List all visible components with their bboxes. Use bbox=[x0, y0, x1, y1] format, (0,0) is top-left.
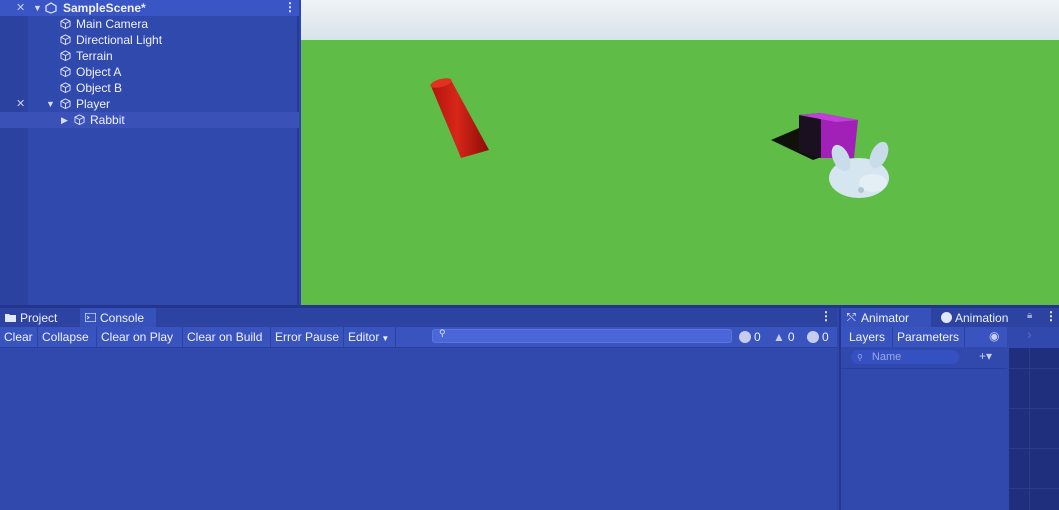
warning-icon: ▲ bbox=[773, 330, 785, 344]
clock-icon bbox=[941, 312, 952, 323]
hierarchy-item-label: Object B bbox=[76, 81, 123, 95]
hierarchy-item-terrain[interactable]: Terrain bbox=[0, 48, 299, 64]
collapsed-arrow-icon[interactable]: ▶ bbox=[61, 112, 68, 128]
tab-label: Console bbox=[100, 311, 145, 325]
hierarchy-item-label: Object A bbox=[76, 65, 122, 79]
unity-scene-icon bbox=[45, 2, 57, 14]
eye-icon[interactable]: ◉ bbox=[989, 329, 999, 343]
tab-project[interactable]: Project bbox=[0, 308, 76, 327]
clear-button[interactable]: Clear bbox=[0, 327, 38, 347]
expand-arrow-icon[interactable]: ▼ bbox=[33, 3, 42, 13]
tab-console[interactable]: Console bbox=[80, 308, 156, 327]
kebab-menu-icon[interactable]: ⋮ bbox=[820, 309, 832, 323]
error-count-toggle[interactable]: 0 bbox=[807, 327, 829, 347]
terrain-ground bbox=[301, 40, 1059, 305]
collapse-button[interactable]: Collapse bbox=[38, 327, 97, 347]
scene-header-row[interactable]: ✕ ▼ SampleScene* ⋮ bbox=[0, 0, 299, 16]
layers-tab[interactable]: Layers bbox=[845, 327, 893, 347]
animator-icon: ⤲ bbox=[847, 312, 856, 324]
error-icon bbox=[807, 331, 819, 343]
hierarchy-item-rabbit[interactable]: ▶ Rabbit bbox=[0, 112, 299, 128]
search-placeholder: Name bbox=[871, 351, 902, 363]
animator-panel: ⤲ Animator Animation 🔒︎ ⋮ Layers Paramet… bbox=[839, 308, 1059, 510]
search-icon: ⚲ bbox=[439, 328, 446, 338]
visibility-icon[interactable]: ✕ bbox=[16, 97, 30, 111]
console-search-input[interactable]: ⚲ bbox=[432, 328, 732, 343]
warning-count-toggle[interactable]: ▲ 0 bbox=[773, 327, 795, 347]
gameobject-cube-icon bbox=[60, 66, 71, 77]
parameters-tab[interactable]: Parameters bbox=[893, 327, 965, 347]
folder-icon bbox=[5, 314, 16, 322]
sky bbox=[301, 0, 1059, 42]
error-count: 0 bbox=[822, 330, 829, 344]
info-count: 0 bbox=[754, 330, 761, 344]
tab-label: Animation bbox=[955, 311, 1009, 325]
clear-on-play-button[interactable]: Clear on Play bbox=[97, 327, 183, 347]
console-panel: Project Console ⋮ Clear Collapse Clear o… bbox=[0, 308, 837, 510]
animator-tab-bar: ⤲ Animator Animation 🔒︎ ⋮ bbox=[841, 308, 1059, 327]
hierarchy-item-label: Main Camera bbox=[76, 17, 149, 31]
hierarchy-item-main-camera[interactable]: Main Camera bbox=[0, 16, 299, 32]
console-toolbar: Clear Collapse Clear on Play Clear on Bu… bbox=[0, 327, 837, 348]
hierarchy-item-label: Terrain bbox=[76, 49, 113, 63]
gameobject-cube-icon bbox=[74, 114, 85, 125]
scene-name: SampleScene* bbox=[63, 1, 146, 15]
search-icon: ⚲ bbox=[857, 353, 863, 362]
dropdown-arrow-icon: ▼ bbox=[381, 334, 390, 343]
tab-label: Project bbox=[20, 311, 58, 325]
tab-animation[interactable]: Animation bbox=[935, 308, 1025, 327]
hierarchy-item-directional-light[interactable]: Directional Light bbox=[0, 32, 299, 48]
error-pause-button[interactable]: Error Pause bbox=[271, 327, 344, 347]
clear-on-build-button[interactable]: Clear on Build bbox=[183, 327, 271, 347]
hierarchy-item-label: Player bbox=[76, 97, 111, 111]
visibility-icon[interactable]: ✕ bbox=[16, 1, 30, 15]
add-parameter-icon[interactable]: +▾ bbox=[979, 349, 992, 363]
info-count-toggle[interactable]: 0 bbox=[739, 327, 761, 347]
scene-viewport bbox=[301, 0, 1059, 305]
expand-arrow-icon[interactable]: ▼ bbox=[46, 96, 55, 112]
hierarchy-item-player[interactable]: ✕ ▼ Player bbox=[0, 96, 299, 112]
gameobject-cube-icon bbox=[60, 98, 71, 109]
scene-view[interactable] bbox=[301, 0, 1059, 305]
parameter-search-input[interactable]: ⚲ Name bbox=[851, 350, 959, 364]
tab-label: Animator bbox=[861, 311, 910, 325]
hierarchy-item-object-b[interactable]: Object B bbox=[0, 80, 299, 96]
console-tab-bar: Project Console ⋮ bbox=[0, 308, 837, 327]
hierarchy-panel: ✕ ▼ SampleScene* ⋮ Main Camera Direction… bbox=[0, 0, 299, 305]
animator-subtab-bar: Layers Parameters ◉ bbox=[841, 327, 1007, 347]
warning-count: 0 bbox=[787, 330, 795, 344]
animator-graph-area[interactable] bbox=[1009, 348, 1059, 510]
hierarchy-item-label: Rabbit bbox=[90, 113, 125, 127]
gameobject-cube-icon bbox=[60, 50, 71, 61]
editor-dropdown[interactable]: Editor ▼ bbox=[344, 327, 396, 347]
kebab-menu-icon[interactable]: ⋮ bbox=[284, 0, 296, 14]
gameobject-cube-icon bbox=[60, 34, 71, 45]
hierarchy-item-object-a[interactable]: Object A bbox=[0, 64, 299, 80]
editor-dropdown-label: Editor bbox=[348, 330, 380, 344]
info-icon bbox=[739, 331, 751, 343]
chevron-right-icon[interactable]: › bbox=[1027, 326, 1032, 342]
kebab-menu-icon[interactable]: ⋮ bbox=[1045, 309, 1057, 323]
lock-icon[interactable]: 🔒︎ bbox=[1027, 310, 1032, 321]
gameobject-cube-icon bbox=[60, 18, 71, 29]
console-icon bbox=[85, 313, 96, 322]
hierarchy-item-label: Directional Light bbox=[76, 33, 163, 47]
separator bbox=[841, 368, 1007, 369]
tab-animator[interactable]: ⤲ Animator bbox=[841, 308, 931, 327]
gameobject-cube-icon bbox=[60, 82, 71, 93]
